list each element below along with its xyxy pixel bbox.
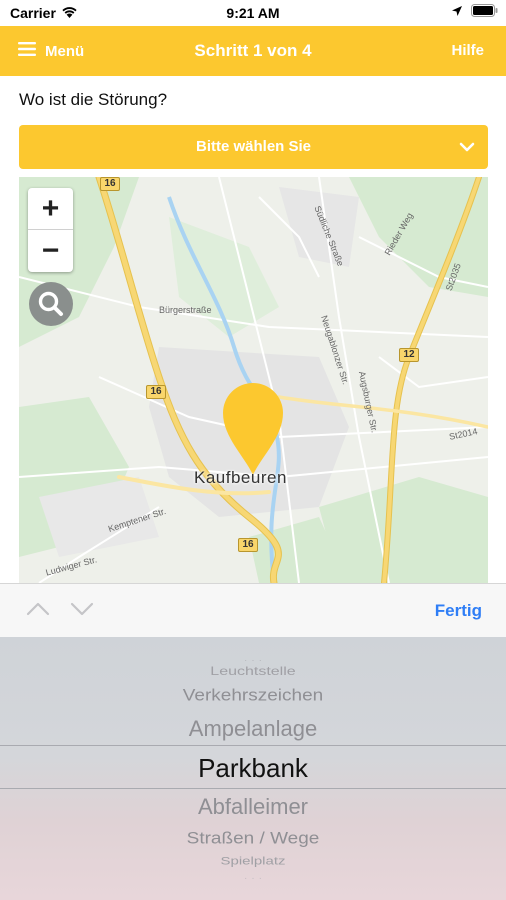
- nav-bar: Menü Schritt 1 von 4 Hilfe: [0, 26, 506, 76]
- chevron-up-icon[interactable]: [26, 601, 50, 622]
- zoom-control: + −: [28, 188, 73, 272]
- zoom-out-button[interactable]: −: [28, 230, 73, 272]
- map-view[interactable]: Bürgerstraße Südliche Straße Augsburger …: [19, 177, 488, 583]
- status-time: 9:21 AM: [226, 5, 280, 21]
- picker-item: · · ·: [243, 655, 263, 665]
- picker-nav-arrows: [26, 601, 94, 622]
- chevron-down-icon: [458, 138, 476, 161]
- picker-toolbar: Fertig: [0, 583, 506, 637]
- picker-item[interactable]: Leuchtstelle: [0, 665, 506, 679]
- road-shield: 16: [146, 385, 166, 399]
- chevron-down-icon[interactable]: [70, 601, 94, 622]
- picker-item[interactable]: Straßen / Wege: [0, 829, 506, 848]
- question-label: Wo ist die Störung?: [19, 90, 168, 109]
- help-button[interactable]: Hilfe: [451, 26, 484, 76]
- done-button[interactable]: Fertig: [435, 584, 482, 638]
- map-tiles: [19, 177, 488, 583]
- picker-item[interactable]: Ampelanlage: [0, 716, 506, 742]
- status-right: [451, 4, 498, 20]
- app-screen: Carrier 9:21 AM Menü Schritt 1 von 4 Hil…: [0, 0, 506, 900]
- location-arrow-icon: [451, 4, 463, 20]
- map-search-button[interactable]: [29, 282, 73, 326]
- picker-item-selected[interactable]: Parkbank: [0, 753, 506, 784]
- road-shield: 12: [399, 348, 419, 362]
- status-bar: Carrier 9:21 AM: [0, 0, 506, 26]
- road-label: Bürgerstraße: [159, 305, 212, 315]
- category-picker[interactable]: · · · Leuchtstelle Verkehrszeichen Ampel…: [0, 637, 506, 900]
- zoom-in-button[interactable]: +: [28, 188, 73, 230]
- page-title: Schritt 1 von 4: [194, 41, 312, 60]
- picker-item[interactable]: Verkehrszeichen: [0, 686, 506, 705]
- road-shield: 16: [238, 538, 258, 552]
- city-label: Kaufbeuren: [194, 468, 287, 487]
- road-shield: 16: [100, 177, 120, 191]
- select-label: Bitte wählen Sie: [195, 138, 312, 155]
- category-select[interactable]: Bitte wählen Sie: [19, 125, 488, 169]
- picker-item: · · ·: [243, 874, 263, 882]
- battery-icon: [471, 4, 498, 20]
- picker-item[interactable]: Abfalleimer: [0, 794, 506, 820]
- search-icon: [38, 291, 63, 316]
- picker-item[interactable]: Spielplatz: [0, 855, 506, 867]
